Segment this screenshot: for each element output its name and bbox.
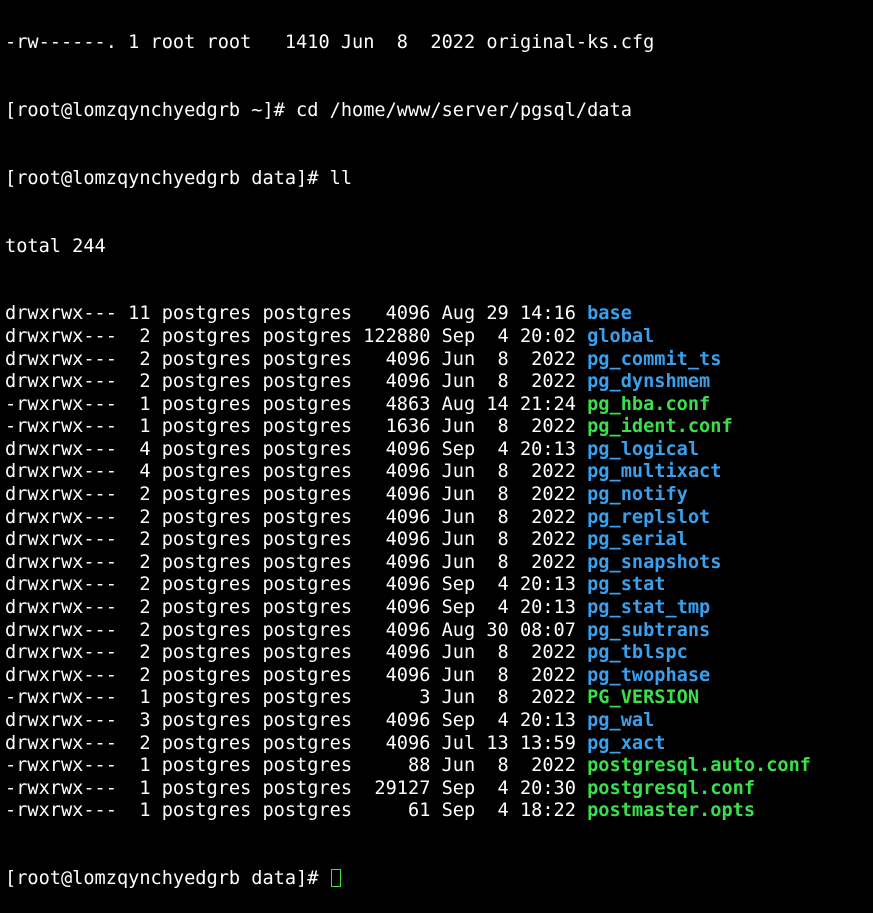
listing-row: drwxrwx--- 2 postgres postgres 4096 Jun … — [5, 642, 873, 665]
directory-name: pg_stat_tmp — [587, 597, 711, 619]
directory-name: pg_replslot — [587, 506, 711, 528]
directory-name: pg_logical — [587, 438, 700, 460]
entry-meta: -rwxrwx--- 1 postgres postgres 3 Jun 8 2… — [5, 687, 588, 709]
terminal-window[interactable]: -rw------. 1 root root 1410 Jun 8 2022 o… — [5, 0, 873, 913]
directory-name: pg_commit_ts — [587, 348, 722, 370]
listing-row: -rwxrwx--- 1 postgres postgres 29127 Sep… — [5, 778, 873, 801]
listing-row: drwxrwx--- 2 postgres postgres 4096 Sep … — [5, 597, 873, 620]
entry-meta: -rwxrwx--- 1 postgres postgres 61 Sep 4 … — [5, 800, 588, 822]
entry-meta: drwxrwx--- 2 postgres postgres 4096 Jun … — [5, 664, 588, 686]
entry-meta: drwxrwx--- 2 postgres postgres 4096 Sep … — [5, 574, 588, 596]
entry-meta: -rwxrwx--- 1 postgres postgres 88 Jun 8 … — [5, 755, 588, 777]
file-name: pg_ident.conf — [587, 416, 733, 438]
directory-name: pg_multixact — [587, 461, 722, 483]
listing-row: drwxrwx--- 2 postgres postgres 122880 Se… — [5, 326, 873, 349]
directory-name: pg_dynshmem — [587, 371, 711, 393]
listing-row: drwxrwx--- 2 postgres postgres 4096 Jul … — [5, 733, 873, 756]
shell-prompt: [root@lomzqynchyedgrb data]# — [5, 868, 330, 890]
file-name: postgresql.conf — [587, 777, 756, 799]
entry-meta: -rwxrwx--- 1 postgres postgres 29127 Sep… — [5, 777, 588, 799]
listing-row: drwxrwx--- 2 postgres postgres 4096 Jun … — [5, 529, 873, 552]
command-line-ll: [root@lomzqynchyedgrb data]# ll — [5, 167, 353, 189]
directory-name: pg_notify — [587, 484, 688, 506]
listing-row: -rwxrwx--- 1 postgres postgres 3 Jun 8 2… — [5, 687, 873, 710]
directory-name: pg_tblspc — [587, 642, 688, 664]
terminal-line-partial: -rw------. 1 root root 1410 Jun 8 2022 o… — [5, 32, 655, 54]
entry-meta: drwxrwx--- 2 postgres postgres 4096 Jul … — [5, 732, 588, 754]
entry-meta: drwxrwx--- 2 postgres postgres 4096 Sep … — [5, 597, 588, 619]
listing-row: drwxrwx--- 2 postgres postgres 4096 Jun … — [5, 665, 873, 688]
listing-row: drwxrwx--- 2 postgres postgres 4096 Aug … — [5, 620, 873, 643]
entry-meta: drwxrwx--- 2 postgres postgres 4096 Jun … — [5, 484, 588, 506]
entry-meta: drwxrwx--- 3 postgres postgres 4096 Sep … — [5, 710, 588, 731]
current-prompt-line[interactable]: [root@lomzqynchyedgrb data]# — [5, 868, 873, 891]
terminal-cursor[interactable] — [330, 869, 341, 888]
entry-meta: drwxrwx--- 2 postgres postgres 4096 Jun … — [5, 506, 588, 528]
entry-meta: drwxrwx--- 2 postgres postgres 4096 Jun … — [5, 371, 588, 393]
entry-meta: drwxrwx--- 11 postgres postgres 4096 Aug… — [5, 303, 588, 325]
directory-name: pg_xact — [587, 732, 666, 754]
entry-meta: drwxrwx--- 2 postgres postgres 4096 Jun … — [5, 642, 588, 664]
listing-row: drwxrwx--- 2 postgres postgres 4096 Jun … — [5, 507, 873, 530]
directory-name: pg_wal — [587, 710, 655, 731]
entry-meta: -rwxrwx--- 1 postgres postgres 1636 Jun … — [5, 416, 588, 438]
entry-meta: drwxrwx--- 4 postgres postgres 4096 Jun … — [5, 461, 588, 483]
total-line: total 244 — [5, 235, 106, 257]
file-name: PG_VERSION — [587, 687, 700, 709]
entry-meta: drwxrwx--- 2 postgres postgres 4096 Aug … — [5, 619, 588, 641]
entry-meta: -rwxrwx--- 1 postgres postgres 4863 Aug … — [5, 393, 588, 415]
listing-row: drwxrwx--- 3 postgres postgres 4096 Sep … — [5, 710, 873, 733]
directory-name: base — [587, 303, 632, 325]
listing-row: drwxrwx--- 2 postgres postgres 4096 Jun … — [5, 484, 873, 507]
entry-meta: drwxrwx--- 2 postgres postgres 122880 Se… — [5, 325, 588, 347]
listing-row: -rwxrwx--- 1 postgres postgres 4863 Aug … — [5, 394, 873, 417]
listing-row: drwxrwx--- 2 postgres postgres 4096 Sep … — [5, 574, 873, 597]
file-name: postmaster.opts — [587, 800, 756, 822]
listing-row: -rwxrwx--- 1 postgres postgres 61 Sep 4 … — [5, 800, 873, 823]
directory-listing: drwxrwx--- 11 postgres postgres 4096 Aug… — [5, 303, 873, 823]
directory-name: pg_twophase — [587, 664, 711, 686]
listing-row: drwxrwx--- 4 postgres postgres 4096 Jun … — [5, 461, 873, 484]
listing-row: drwxrwx--- 2 postgres postgres 4096 Jun … — [5, 349, 873, 372]
directory-name: pg_serial — [587, 529, 688, 551]
listing-row: drwxrwx--- 2 postgres postgres 4096 Jun … — [5, 371, 873, 394]
directory-name: pg_subtrans — [587, 619, 711, 641]
command-line-cd: [root@lomzqynchyedgrb ~]# cd /home/www/s… — [5, 99, 632, 121]
listing-row: -rwxrwx--- 1 postgres postgres 1636 Jun … — [5, 416, 873, 439]
entry-meta: drwxrwx--- 4 postgres postgres 4096 Sep … — [5, 438, 588, 460]
directory-name: global — [587, 325, 655, 347]
listing-row: drwxrwx--- 4 postgres postgres 4096 Sep … — [5, 439, 873, 462]
listing-row: -rwxrwx--- 1 postgres postgres 88 Jun 8 … — [5, 755, 873, 778]
directory-name: pg_snapshots — [587, 551, 722, 573]
listing-row: drwxrwx--- 2 postgres postgres 4096 Jun … — [5, 552, 873, 575]
file-name: pg_hba.conf — [587, 393, 711, 415]
entry-meta: drwxrwx--- 2 postgres postgres 4096 Jun … — [5, 529, 588, 551]
file-name: postgresql.auto.conf — [587, 755, 811, 777]
entry-meta: drwxrwx--- 2 postgres postgres 4096 Jun … — [5, 348, 588, 370]
directory-name: pg_stat — [587, 574, 666, 596]
entry-meta: drwxrwx--- 2 postgres postgres 4096 Jun … — [5, 551, 588, 573]
listing-row: drwxrwx--- 11 postgres postgres 4096 Aug… — [5, 303, 873, 326]
